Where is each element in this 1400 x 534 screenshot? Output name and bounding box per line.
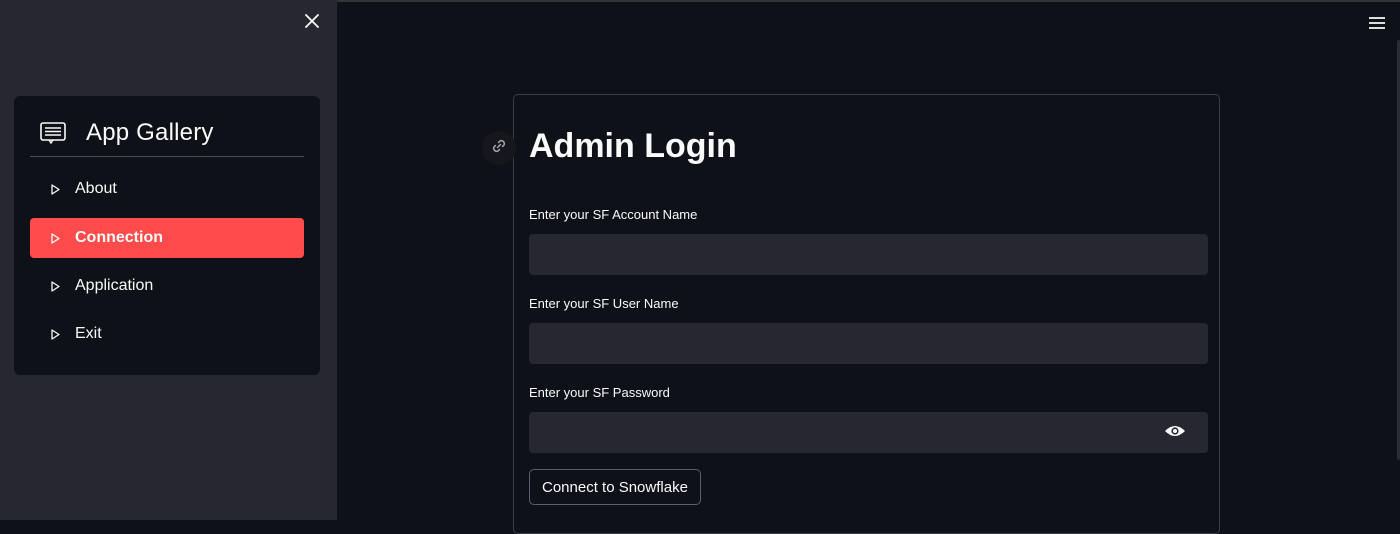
account-name-input[interactable]: [529, 234, 1208, 275]
connect-button[interactable]: Connect to Snowflake: [529, 469, 701, 505]
hamburger-icon: [1368, 17, 1386, 34]
sidebar-item-connection[interactable]: Connection: [30, 218, 304, 258]
sidebar-item-label: About: [75, 180, 117, 197]
option-menu-header: App Gallery: [30, 110, 304, 157]
sidebar-item-exit[interactable]: Exit: [30, 314, 304, 354]
main-content: Admin Login Enter your SF Account Name E…: [337, 0, 1400, 534]
eye-icon: [1164, 424, 1186, 443]
user-name-label: Enter your SF User Name: [529, 296, 679, 311]
sidebar: App Gallery About Connection Application: [0, 0, 337, 520]
password-label: Enter your SF Password: [529, 385, 670, 400]
option-menu: App Gallery About Connection Application: [14, 96, 320, 375]
sidebar-item-label: Exit: [75, 325, 102, 342]
password-input[interactable]: [529, 412, 1208, 453]
close-sidebar-button[interactable]: [302, 13, 322, 33]
main-menu-button[interactable]: [1368, 16, 1386, 32]
sidebar-item-about[interactable]: About: [30, 169, 304, 209]
option-menu-title: App Gallery: [86, 119, 214, 146]
play-outline-icon: [51, 183, 61, 195]
play-outline-icon: [51, 232, 61, 244]
link-icon: [490, 137, 508, 160]
close-icon: [305, 13, 319, 33]
sidebar-item-label: Connection: [75, 229, 163, 246]
show-password-button[interactable]: [1164, 425, 1186, 441]
gallery-list-icon: [40, 122, 68, 144]
sidebar-item-application[interactable]: Application: [30, 266, 304, 306]
play-outline-icon: [51, 328, 61, 340]
login-form: Admin Login Enter your SF Account Name E…: [482, 94, 1220, 534]
page-title: Admin Login: [529, 127, 737, 165]
anchor-link-button[interactable]: [482, 131, 516, 165]
account-name-label: Enter your SF Account Name: [529, 207, 698, 222]
top-decoration-line: [337, 0, 1400, 2]
play-outline-icon: [51, 280, 61, 292]
sidebar-item-label: Application: [75, 277, 154, 294]
user-name-input[interactable]: [529, 323, 1208, 364]
